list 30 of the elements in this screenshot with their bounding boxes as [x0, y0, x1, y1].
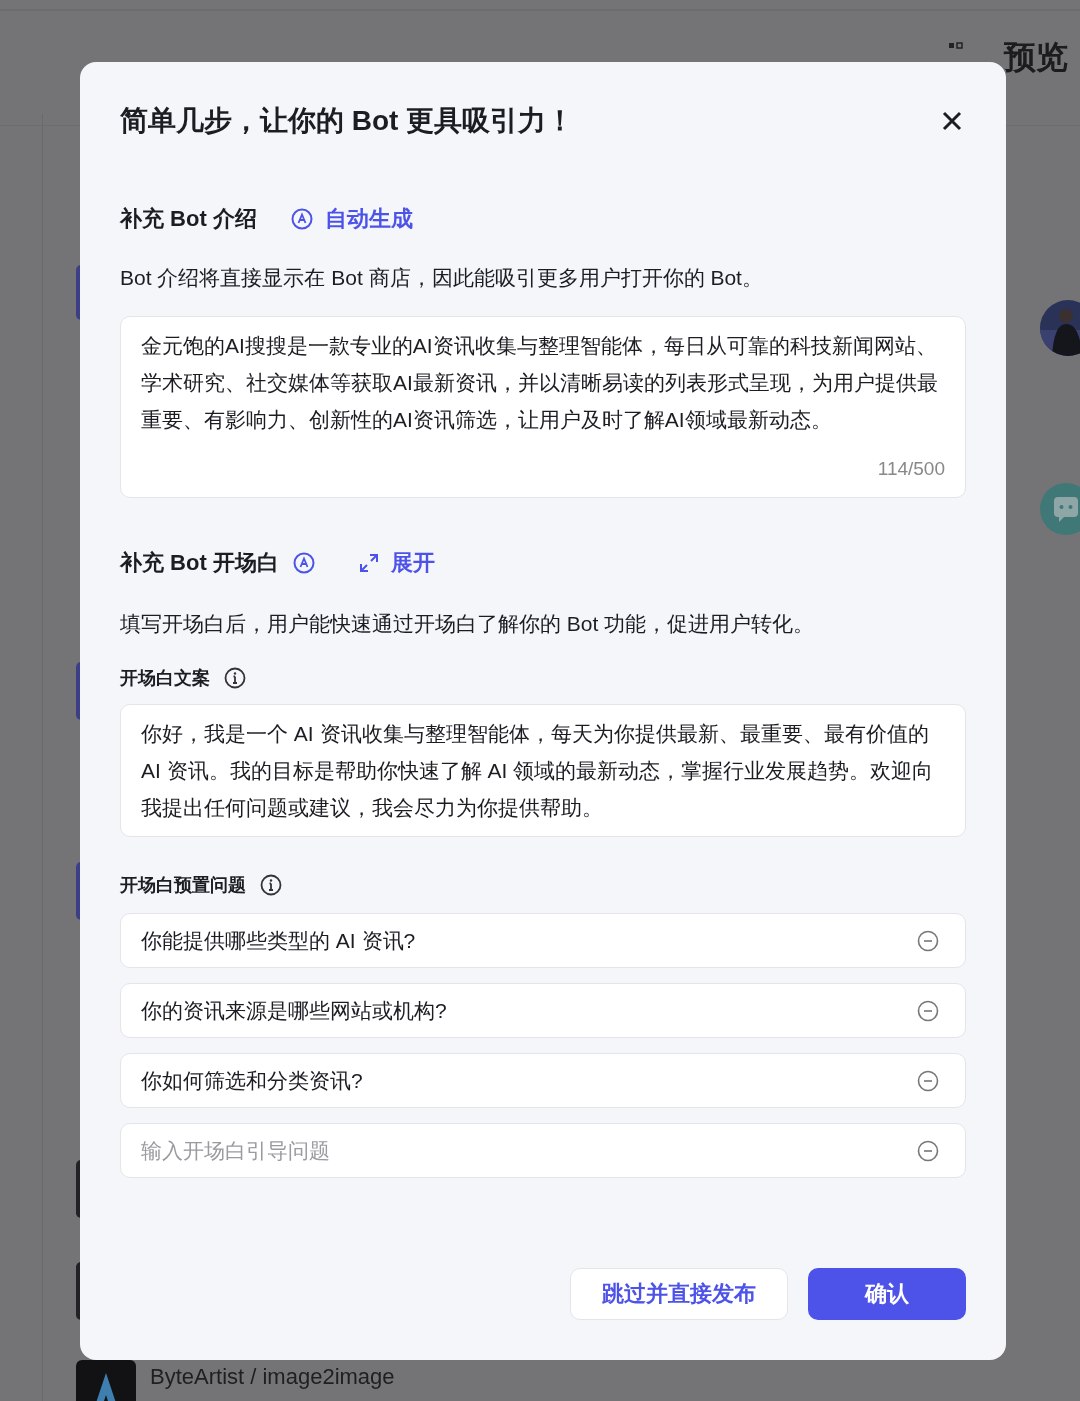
intro-text: 金元饱的AI搜搜是一款专业的AI资讯收集与整理智能体，每日从可靠的科技新闻网站、学术研究、社交媒体等获取AI最新资讯，并以清晰易读的列表形式呈现，为用户提供最重要、有影响力、创新性的AI资讯筛选，让用户及时了解AI领域最新动态。: [141, 333, 939, 433]
confirm-button[interactable]: 确认: [808, 1268, 966, 1320]
section-heading: 补充 Bot 开场白: [120, 549, 279, 577]
preview-title: 预览: [1004, 38, 1068, 77]
expand-link[interactable]: 展开: [358, 548, 435, 578]
field-label: 开场白文案: [120, 667, 210, 690]
item-title[interactable]: ByteArtist / image2image: [150, 1364, 395, 1390]
question-field[interactable]: 你能提供哪些类型的 AI 资讯?: [120, 913, 966, 968]
auto-icon: [292, 552, 315, 574]
question-field[interactable]: 你的资讯来源是哪些网站或机构?: [120, 983, 966, 1038]
field-label: 开场白预置问题: [120, 874, 246, 897]
skip-button[interactable]: 跳过并直接发布: [570, 1268, 788, 1320]
remove-icon[interactable]: [917, 929, 939, 952]
remove-icon[interactable]: [917, 999, 939, 1022]
close-icon: [942, 111, 962, 131]
auto-icon: [290, 208, 313, 230]
intro-field[interactable]: 金元饱的AI搜搜是一款专业的AI资讯收集与整理智能体，每日从可靠的科技新闻网站、学术研究、社交媒体等获取AI最新资讯，并以清晰易读的列表形式呈现，为用户提供最重要、有影响力、创新性的AI资讯筛选，让用户及时了解AI领域最新动态。 114/500: [120, 316, 966, 498]
opening-text-field[interactable]: 你好，我是一个 AI 资讯收集与整理智能体，每天为你提供最新、最重要、最有价值的 AI 资讯。我的目标是帮助你快速了解 AI 领域的最新动态，掌握行业发展趋势。欢迎向我提出任何问题或建议，我会尽力为你提供帮助。: [120, 704, 966, 837]
dialog-title: 简单几步，让你的 Bot 更具吸引力！: [120, 104, 575, 138]
section-description: Bot 介绍将直接显示在 Bot 商店，因此能吸引更多用户打开你的 Bot。: [120, 265, 764, 291]
info-icon: [260, 874, 282, 896]
expand-icon: [358, 553, 379, 573]
remove-icon[interactable]: [917, 1139, 939, 1162]
info-icon: [224, 667, 246, 689]
section-description: 填写开场白后，用户能快速通过开场白了解你的 Bot 功能，促进用户转化。: [120, 611, 816, 637]
section-heading: 补充 Bot 介绍: [120, 205, 257, 233]
remove-icon[interactable]: [917, 1069, 939, 1092]
question-field[interactable]: 你如何筛选和分类资讯?: [120, 1053, 966, 1108]
auto-generate-link[interactable]: 自动生成: [290, 204, 413, 234]
character-counter: 114/500: [876, 457, 945, 481]
